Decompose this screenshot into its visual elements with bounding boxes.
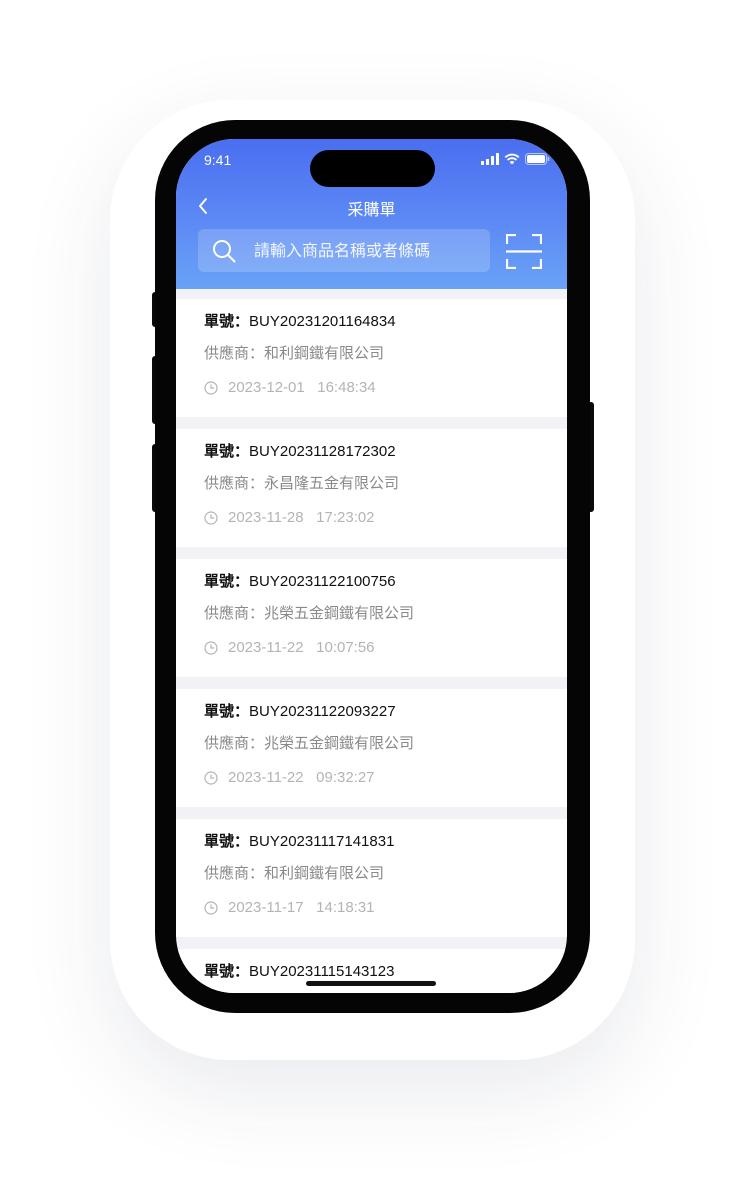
supplier: 供應商：和利鋼鐵有限公司 bbox=[204, 864, 385, 882]
order-number: 單號：BUY20231117141831 bbox=[204, 833, 395, 850]
order-time: 2023-11-17 14:18:31 bbox=[204, 899, 375, 916]
order-number: 單號：BUY20231128172302 bbox=[204, 443, 396, 460]
order-date: 2023-11-17 bbox=[228, 899, 304, 916]
order-clock-time: 10:07:56 bbox=[316, 639, 375, 656]
page-title: 采購單 bbox=[347, 200, 396, 219]
order-date: 2023-11-28 bbox=[228, 509, 304, 526]
status-icons bbox=[481, 153, 550, 165]
header: 9:41 采購單 bbox=[176, 139, 567, 289]
signal-icon bbox=[481, 153, 499, 165]
order-date: 2023-11-22 bbox=[228, 639, 304, 656]
order-list: 單號：BUY20231201164834 供應商：和利鋼鐵有限公司 2023-1… bbox=[176, 299, 567, 993]
order-card[interactable]: 單號：BUY20231201164834 供應商：和利鋼鐵有限公司 2023-1… bbox=[176, 299, 567, 417]
clock-icon bbox=[204, 640, 218, 655]
order-clock-time: 14:18:31 bbox=[316, 899, 375, 916]
dynamic-island bbox=[310, 150, 435, 187]
order-time: 2023-11-22 10:07:56 bbox=[204, 639, 375, 656]
order-date: 2023-11-22 bbox=[228, 769, 304, 786]
order-card[interactable]: 單號：BUY20231122100756 供應商：兆榮五金鋼鐵有限公司 2023… bbox=[176, 559, 567, 677]
order-number: 單號：BUY20231122093227 bbox=[204, 703, 396, 720]
scan-icon bbox=[505, 233, 543, 270]
clock-icon bbox=[204, 900, 218, 915]
order-card[interactable]: 單號：BUY20231117141831 供應商：和利鋼鐵有限公司 2023-1… bbox=[176, 819, 567, 937]
supplier: 供應商：兆榮五金鋼鐵有限公司 bbox=[204, 734, 415, 752]
clock-icon bbox=[204, 510, 218, 525]
clock-icon bbox=[204, 770, 218, 785]
supplier: 供應商：兆榮五金鋼鐵有限公司 bbox=[204, 604, 415, 622]
search-box[interactable] bbox=[198, 229, 490, 272]
phone-screen: 9:41 采購單 請輸入商品名稱或者條碼 單號：BUY2023120116483… bbox=[176, 139, 567, 993]
order-number: 單號：BUY20231115143123 bbox=[204, 963, 395, 980]
supplier: 供應商：和利鋼鐵有限公司 bbox=[204, 344, 385, 362]
battery-icon bbox=[525, 153, 550, 165]
order-clock-time: 17:23:02 bbox=[316, 509, 375, 526]
search-input[interactable] bbox=[254, 229, 484, 272]
supplier: 供應商：永昌隆五金有限公司 bbox=[204, 474, 400, 492]
search-icon bbox=[213, 240, 236, 263]
home-indicator bbox=[306, 981, 436, 986]
order-card[interactable]: 單號：BUY20231128172302 供應商：永昌隆五金有限公司 2023-… bbox=[176, 429, 567, 547]
order-time: 2023-12-01 16:48:34 bbox=[204, 379, 376, 396]
order-time: 2023-11-28 17:23:02 bbox=[204, 509, 375, 526]
order-number: 單號：BUY20231201164834 bbox=[204, 313, 396, 330]
scan-button[interactable] bbox=[505, 233, 543, 270]
order-time: 2023-11-22 09:32:27 bbox=[204, 769, 375, 786]
status-time: 9:41 bbox=[204, 152, 232, 168]
order-clock-time: 09:32:27 bbox=[316, 769, 375, 786]
order-clock-time: 16:48:34 bbox=[317, 379, 376, 396]
order-card[interactable]: 單號：BUY20231115143123 bbox=[176, 949, 567, 993]
wifi-icon bbox=[504, 153, 520, 165]
order-card[interactable]: 單號：BUY20231122093227 供應商：兆榮五金鋼鐵有限公司 2023… bbox=[176, 689, 567, 807]
order-date: 2023-12-01 bbox=[228, 379, 305, 396]
clock-icon bbox=[204, 380, 218, 395]
order-number: 單號：BUY20231122100756 bbox=[204, 573, 396, 590]
